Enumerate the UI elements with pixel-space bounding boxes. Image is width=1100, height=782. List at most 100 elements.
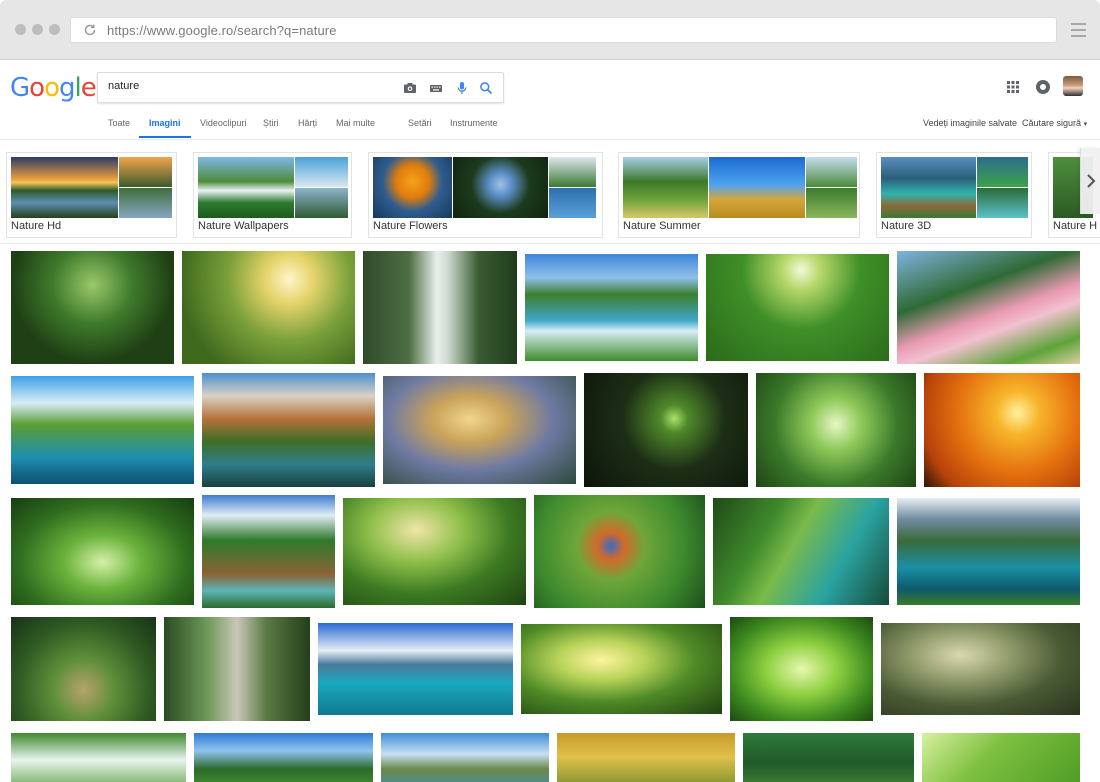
- apps-icon[interactable]: [1006, 80, 1020, 94]
- image-result[interactable]: [706, 254, 889, 361]
- tab-more[interactable]: Mai multe: [336, 118, 375, 138]
- image-result[interactable]: [383, 376, 576, 484]
- menu-icon[interactable]: [1071, 23, 1086, 41]
- related-image: [806, 188, 857, 218]
- safe-search-label: Căutare sigură: [1022, 118, 1082, 128]
- image-result[interactable]: [363, 251, 517, 364]
- camera-icon[interactable]: [403, 81, 417, 95]
- related-label: Nature H: [1053, 220, 1098, 232]
- image-result[interactable]: [713, 498, 889, 605]
- google-logo[interactable]: Google: [10, 73, 97, 103]
- image-result[interactable]: [557, 733, 735, 782]
- address-bar[interactable]: https://www.google.ro/search?q=nature: [70, 17, 1057, 43]
- related-thumbnails: [198, 157, 348, 218]
- keyboard-icon[interactable]: [429, 81, 443, 95]
- image-result[interactable]: [881, 623, 1080, 715]
- related-image: [977, 188, 1028, 218]
- related-card[interactable]: Nature Summer: [618, 152, 860, 238]
- image-result[interactable]: [924, 373, 1080, 487]
- related-next-button[interactable]: [1080, 148, 1100, 214]
- image-result[interactable]: [381, 733, 549, 782]
- related-image: [119, 188, 172, 218]
- image-result[interactable]: [164, 617, 310, 721]
- related-image: [977, 157, 1028, 187]
- related-image: [806, 157, 857, 187]
- image-result[interactable]: [730, 617, 873, 721]
- related-image: [11, 157, 118, 218]
- logo-letter: o: [29, 73, 45, 103]
- browser-window: https://www.google.ro/search?q=nature Go…: [0, 0, 1100, 782]
- related-image: [295, 157, 348, 187]
- image-result[interactable]: [743, 733, 914, 782]
- image-result[interactable]: [11, 498, 194, 605]
- related-card[interactable]: Nature Wallpapers: [193, 152, 352, 238]
- tab-settings[interactable]: Setări: [408, 118, 432, 138]
- search-input[interactable]: [108, 80, 388, 92]
- related-image: [119, 157, 172, 187]
- related-image: [453, 157, 548, 218]
- related-card[interactable]: Nature Flowers: [368, 152, 603, 238]
- related-image: [373, 157, 452, 218]
- related-card[interactable]: Nature Hd: [6, 152, 177, 238]
- related-image: [881, 157, 976, 218]
- logo-letter: g: [59, 73, 75, 103]
- search-box[interactable]: [97, 72, 504, 103]
- notifications-icon[interactable]: [1035, 79, 1051, 95]
- tab-images[interactable]: Imagini: [139, 118, 191, 138]
- image-result[interactable]: [202, 373, 375, 487]
- related-image: [709, 157, 805, 218]
- image-result[interactable]: [11, 376, 194, 484]
- url-text[interactable]: https://www.google.ro/search?q=nature: [107, 23, 337, 38]
- microphone-icon[interactable]: [455, 81, 469, 95]
- image-result[interactable]: [534, 495, 705, 608]
- chevron-down-icon: ▾: [1083, 121, 1088, 128]
- image-result[interactable]: [521, 624, 722, 714]
- related-thumbnails: [881, 157, 1028, 218]
- related-label: Nature Hd: [11, 220, 62, 232]
- tab-all[interactable]: Toate: [108, 118, 130, 138]
- image-result[interactable]: [343, 498, 526, 605]
- related-thumbnails: [623, 157, 857, 218]
- tab-news[interactable]: Știri: [263, 118, 279, 138]
- tab-videos[interactable]: Videoclipuri: [200, 118, 246, 138]
- search-icon[interactable]: [479, 81, 493, 95]
- related-card[interactable]: Nature 3D: [876, 152, 1032, 238]
- reload-icon[interactable]: [83, 23, 97, 37]
- image-result[interactable]: [182, 251, 355, 364]
- image-result[interactable]: [11, 251, 174, 364]
- image-result[interactable]: [11, 733, 186, 782]
- related-image: [623, 157, 708, 218]
- related-label: Nature Summer: [623, 220, 701, 232]
- window-controls[interactable]: [15, 24, 60, 35]
- related-image: [549, 157, 596, 187]
- avatar[interactable]: [1063, 76, 1083, 96]
- saved-images-link[interactable]: Vedeți imaginile salvate: [923, 118, 1017, 128]
- image-result[interactable]: [194, 733, 373, 782]
- related-thumbnails: [11, 157, 172, 218]
- browser-chrome: https://www.google.ro/search?q=nature: [0, 0, 1100, 60]
- tab-tools[interactable]: Instrumente: [450, 118, 498, 138]
- related-image: [549, 188, 596, 218]
- image-result[interactable]: [525, 254, 698, 361]
- related-label: Nature 3D: [881, 220, 932, 232]
- chevron-right-icon: [1087, 174, 1096, 188]
- image-result[interactable]: [584, 373, 748, 487]
- related-thumbnails: [373, 157, 596, 218]
- related-image: [198, 157, 294, 218]
- image-result[interactable]: [897, 251, 1080, 364]
- related-image: [295, 188, 348, 218]
- image-result[interactable]: [756, 373, 916, 487]
- image-result[interactable]: [897, 498, 1080, 605]
- safe-search-menu[interactable]: Căutare sigură ▾: [1022, 118, 1087, 128]
- image-result[interactable]: [318, 623, 513, 715]
- related-label: Nature Wallpapers: [198, 220, 289, 232]
- image-result[interactable]: [11, 617, 156, 721]
- image-result[interactable]: [202, 495, 335, 608]
- related-searches: Nature Hd Nature Wallpapers Nature Flowe…: [0, 148, 1100, 244]
- logo-letter: e: [80, 73, 97, 103]
- image-result[interactable]: [922, 733, 1080, 782]
- logo-letter: o: [44, 73, 60, 103]
- tab-maps[interactable]: Hărți: [298, 118, 317, 138]
- google-header: Google Toate Imagini Videoclipuri Știri …: [0, 60, 1100, 140]
- logo-letter: G: [10, 73, 30, 103]
